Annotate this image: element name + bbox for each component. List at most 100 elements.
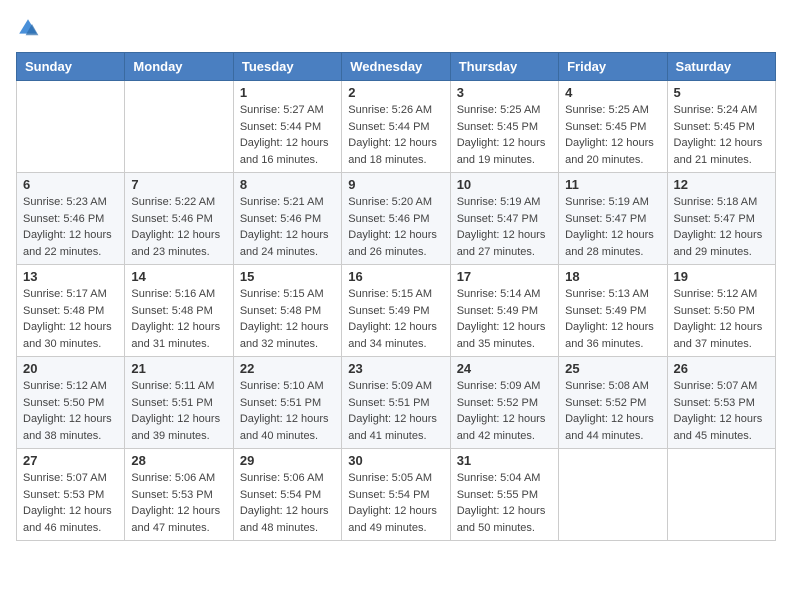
calendar-cell: 16 Sunrise: 5:15 AMSunset: 5:49 PMDayligh… bbox=[342, 265, 450, 357]
day-info: Sunrise: 5:20 AMSunset: 5:46 PMDaylight:… bbox=[348, 194, 443, 260]
calendar-cell: 20 Sunrise: 5:12 AMSunset: 5:50 PMDayligh… bbox=[17, 357, 125, 449]
day-number: 7 bbox=[131, 177, 226, 192]
day-number: 13 bbox=[23, 269, 118, 284]
day-number: 15 bbox=[240, 269, 335, 284]
calendar-cell: 5 Sunrise: 5:24 AMSunset: 5:45 PMDaylight… bbox=[667, 81, 775, 173]
day-number: 3 bbox=[457, 85, 552, 100]
calendar-cell: 2Sunrise: 5:26 AMSunset: 5:44 PMDaylight… bbox=[342, 81, 450, 173]
calendar-cell bbox=[125, 81, 233, 173]
day-number: 21 bbox=[131, 361, 226, 376]
day-number: 5 bbox=[674, 85, 769, 100]
day-number: 9 bbox=[348, 177, 443, 192]
day-info: Sunrise: 5:17 AMSunset: 5:48 PMDaylight:… bbox=[23, 286, 118, 352]
day-info: Sunrise: 5:19 AMSunset: 5:47 PMDaylight:… bbox=[457, 194, 552, 260]
day-info: Sunrise: 5:05 AMSunset: 5:54 PMDaylight:… bbox=[348, 470, 443, 536]
day-info: Sunrise: 5:24 AMSunset: 5:45 PMDaylight:… bbox=[674, 102, 769, 168]
day-number: 8 bbox=[240, 177, 335, 192]
calendar-cell bbox=[559, 449, 667, 541]
day-info: Sunrise: 5:12 AMSunset: 5:50 PMDaylight:… bbox=[23, 378, 118, 444]
day-number: 6 bbox=[23, 177, 118, 192]
weekday-header: Wednesday bbox=[342, 53, 450, 81]
day-info: Sunrise: 5:18 AMSunset: 5:47 PMDaylight:… bbox=[674, 194, 769, 260]
day-number: 17 bbox=[457, 269, 552, 284]
day-number: 22 bbox=[240, 361, 335, 376]
day-info: Sunrise: 5:09 AMSunset: 5:51 PMDaylight:… bbox=[348, 378, 443, 444]
calendar-cell: 17 Sunrise: 5:14 AMSunset: 5:49 PMDayligh… bbox=[450, 265, 558, 357]
day-info: Sunrise: 5:19 AMSunset: 5:47 PMDaylight:… bbox=[565, 194, 660, 260]
calendar-cell: 7 Sunrise: 5:22 AMSunset: 5:46 PMDaylight… bbox=[125, 173, 233, 265]
calendar-cell: 29 Sunrise: 5:06 AMSunset: 5:54 PMDayligh… bbox=[233, 449, 341, 541]
day-info: Sunrise: 5:13 AMSunset: 5:49 PMDaylight:… bbox=[565, 286, 660, 352]
day-info: Sunrise: 5:06 AMSunset: 5:54 PMDaylight:… bbox=[240, 470, 335, 536]
calendar-cell: 26Sunrise: 5:07 AMSunset: 5:53 PMDayligh… bbox=[667, 357, 775, 449]
weekday-header: Thursday bbox=[450, 53, 558, 81]
calendar-week-row: 13 Sunrise: 5:17 AMSunset: 5:48 PMDayligh… bbox=[17, 265, 776, 357]
calendar-cell: 1 Sunrise: 5:27 AMSunset: 5:44 PMDaylight… bbox=[233, 81, 341, 173]
calendar-cell: 31 Sunrise: 5:04 AMSunset: 5:55 PMDayligh… bbox=[450, 449, 558, 541]
day-info: Sunrise: 5:22 AMSunset: 5:46 PMDaylight:… bbox=[131, 194, 226, 260]
calendar-cell: 15 Sunrise: 5:15 AMSunset: 5:48 PMDayligh… bbox=[233, 265, 341, 357]
day-info: Sunrise: 5:26 AMSunset: 5:44 PMDaylight:… bbox=[348, 102, 443, 168]
day-number: 1 bbox=[240, 85, 335, 100]
day-info: Sunrise: 5:04 AMSunset: 5:55 PMDaylight:… bbox=[457, 470, 552, 536]
calendar-header-row: SundayMondayTuesdayWednesdayThursdayFrid… bbox=[17, 53, 776, 81]
day-info: Sunrise: 5:15 AMSunset: 5:49 PMDaylight:… bbox=[348, 286, 443, 352]
day-number: 12 bbox=[674, 177, 769, 192]
calendar-cell: 24 Sunrise: 5:09 AMSunset: 5:52 PMDayligh… bbox=[450, 357, 558, 449]
logo bbox=[16, 16, 44, 40]
calendar-week-row: 6 Sunrise: 5:23 AMSunset: 5:46 PMDaylight… bbox=[17, 173, 776, 265]
day-info: Sunrise: 5:14 AMSunset: 5:49 PMDaylight:… bbox=[457, 286, 552, 352]
day-number: 26 bbox=[674, 361, 769, 376]
day-info: Sunrise: 5:11 AMSunset: 5:51 PMDaylight:… bbox=[131, 378, 226, 444]
calendar-cell bbox=[17, 81, 125, 173]
day-info: Sunrise: 5:12 AMSunset: 5:50 PMDaylight:… bbox=[674, 286, 769, 352]
calendar-cell: 22 Sunrise: 5:10 AMSunset: 5:51 PMDayligh… bbox=[233, 357, 341, 449]
day-info: Sunrise: 5:10 AMSunset: 5:51 PMDaylight:… bbox=[240, 378, 335, 444]
calendar-cell: 8 Sunrise: 5:21 AMSunset: 5:46 PMDaylight… bbox=[233, 173, 341, 265]
day-number: 31 bbox=[457, 453, 552, 468]
day-number: 14 bbox=[131, 269, 226, 284]
weekday-header: Tuesday bbox=[233, 53, 341, 81]
day-number: 11 bbox=[565, 177, 660, 192]
calendar-week-row: 1 Sunrise: 5:27 AMSunset: 5:44 PMDaylight… bbox=[17, 81, 776, 173]
calendar-cell: 10 Sunrise: 5:19 AMSunset: 5:47 PMDayligh… bbox=[450, 173, 558, 265]
day-number: 25 bbox=[565, 361, 660, 376]
calendar-cell bbox=[667, 449, 775, 541]
day-number: 23 bbox=[348, 361, 443, 376]
weekday-header: Monday bbox=[125, 53, 233, 81]
day-number: 4 bbox=[565, 85, 660, 100]
day-info: Sunrise: 5:27 AMSunset: 5:44 PMDaylight:… bbox=[240, 102, 335, 168]
calendar-cell: 13 Sunrise: 5:17 AMSunset: 5:48 PMDayligh… bbox=[17, 265, 125, 357]
day-number: 19 bbox=[674, 269, 769, 284]
day-number: 28 bbox=[131, 453, 226, 468]
day-info: Sunrise: 5:23 AMSunset: 5:46 PMDaylight:… bbox=[23, 194, 118, 260]
logo-icon bbox=[16, 16, 40, 40]
calendar-cell: 27 Sunrise: 5:07 AMSunset: 5:53 PMDayligh… bbox=[17, 449, 125, 541]
calendar-cell: 19 Sunrise: 5:12 AMSunset: 5:50 PMDayligh… bbox=[667, 265, 775, 357]
page-header bbox=[16, 16, 776, 40]
day-info: Sunrise: 5:07 AMSunset: 5:53 PMDaylight:… bbox=[23, 470, 118, 536]
day-info: Sunrise: 5:15 AMSunset: 5:48 PMDaylight:… bbox=[240, 286, 335, 352]
day-info: Sunrise: 5:09 AMSunset: 5:52 PMDaylight:… bbox=[457, 378, 552, 444]
day-number: 16 bbox=[348, 269, 443, 284]
day-number: 20 bbox=[23, 361, 118, 376]
calendar-cell: 23 Sunrise: 5:09 AMSunset: 5:51 PMDayligh… bbox=[342, 357, 450, 449]
day-number: 27 bbox=[23, 453, 118, 468]
day-info: Sunrise: 5:25 AMSunset: 5:45 PMDaylight:… bbox=[565, 102, 660, 168]
weekday-header: Sunday bbox=[17, 53, 125, 81]
calendar-cell: 21 Sunrise: 5:11 AMSunset: 5:51 PMDayligh… bbox=[125, 357, 233, 449]
calendar-cell: 3Sunrise: 5:25 AMSunset: 5:45 PMDaylight… bbox=[450, 81, 558, 173]
calendar-cell: 14Sunrise: 5:16 AMSunset: 5:48 PMDayligh… bbox=[125, 265, 233, 357]
day-number: 24 bbox=[457, 361, 552, 376]
day-info: Sunrise: 5:06 AMSunset: 5:53 PMDaylight:… bbox=[131, 470, 226, 536]
weekday-header: Saturday bbox=[667, 53, 775, 81]
calendar-cell: 12 Sunrise: 5:18 AMSunset: 5:47 PMDayligh… bbox=[667, 173, 775, 265]
day-number: 10 bbox=[457, 177, 552, 192]
day-number: 29 bbox=[240, 453, 335, 468]
calendar-cell: 18Sunrise: 5:13 AMSunset: 5:49 PMDayligh… bbox=[559, 265, 667, 357]
calendar-week-row: 27 Sunrise: 5:07 AMSunset: 5:53 PMDayligh… bbox=[17, 449, 776, 541]
calendar-cell: 25Sunrise: 5:08 AMSunset: 5:52 PMDayligh… bbox=[559, 357, 667, 449]
calendar-cell: 11 Sunrise: 5:19 AMSunset: 5:47 PMDayligh… bbox=[559, 173, 667, 265]
day-info: Sunrise: 5:21 AMSunset: 5:46 PMDaylight:… bbox=[240, 194, 335, 260]
weekday-header: Friday bbox=[559, 53, 667, 81]
